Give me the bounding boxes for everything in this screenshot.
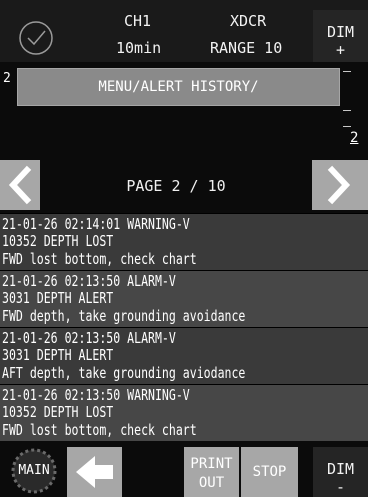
alert-timestamp-type: 21-01-26 02:14:01 WARNING-V [2, 215, 190, 233]
arrow-left-icon [76, 456, 113, 488]
menu-breadcrumb: MENU/ALERT HISTORY/ [17, 68, 340, 106]
alert-timestamp-type: 21-01-26 02:13:50 WARNING-V [2, 386, 190, 404]
alert-code-title: 10352 DEPTH LOST [2, 232, 114, 250]
alert-history-list: 21-01-26 02:14:01 WARNING-V 10352 DEPTH … [0, 213, 368, 441]
next-page-button[interactable] [312, 160, 368, 210]
alert-item[interactable]: 21-01-26 02:14:01 WARNING-V 10352 DEPTH … [0, 213, 368, 270]
dim-up-symbol: + [335, 41, 346, 59]
print-label-line2: OUT [198, 475, 225, 491]
stop-label: STOP [252, 464, 287, 480]
alert-code-title: 3031 DEPTH ALERT [2, 346, 114, 364]
print-out-button[interactable]: PRINT OUT [184, 447, 239, 497]
scale-tick [343, 126, 351, 127]
alert-code-title: 3031 DEPTH ALERT [2, 289, 114, 307]
menu-title: MENU/ALERT HISTORY/ [98, 79, 259, 95]
mode-label: XDCR [230, 12, 267, 30]
main-label: MAIN [18, 463, 50, 478]
alert-item[interactable]: 21-01-26 02:13:50 ALARM-V 3031 DEPTH ALE… [0, 327, 368, 384]
alert-description: FWD lost bottom, check chart [2, 250, 197, 268]
back-button[interactable] [67, 447, 122, 497]
interval-label: 10min [116, 39, 162, 57]
dim-up-label: DIM [326, 23, 355, 41]
alert-timestamp-type: 21-01-26 02:13:50 ALARM-V [2, 329, 176, 347]
stop-button[interactable]: STOP [241, 447, 298, 497]
top-bar: CH1 10min XDCR RANGE 10 DIM + [0, 0, 368, 62]
print-label-line1: PRINT [190, 456, 233, 472]
bottom-bar: MAIN PRINT OUT STOP DIM - [0, 445, 368, 497]
scale-tick [343, 71, 351, 72]
previous-page-button[interactable] [0, 160, 40, 210]
dim-down-button[interactable]: DIM - [313, 447, 368, 497]
channel-label: CH1 [124, 12, 152, 30]
alert-description: FWD lost bottom, check chart [2, 421, 197, 439]
main-button[interactable]: MAIN [10, 447, 58, 495]
alert-item[interactable]: 21-01-26 02:13:50 WARNING-V 10352 DEPTH … [0, 384, 368, 441]
range-label: RANGE 10 [210, 39, 283, 57]
dim-up-button[interactable]: DIM + [313, 10, 368, 62]
checkmark-circle-icon [19, 21, 53, 55]
page-indicator: PAGE 2 / 10 [126, 177, 226, 195]
dim-down-symbol: - [335, 478, 346, 496]
dim-down-label: DIM [326, 460, 355, 478]
chevron-left-icon [8, 165, 32, 205]
alert-description: AFT depth, take grounding aviodance [2, 364, 246, 382]
chevron-right-icon [327, 165, 351, 205]
alert-code-title: 10352 DEPTH LOST [2, 403, 114, 421]
right-scale-number: 2 [350, 130, 359, 146]
alert-item[interactable]: 21-01-26 02:13:50 ALARM-V 3031 DEPTH ALE… [0, 270, 368, 327]
alert-timestamp-type: 21-01-26 02:13:50 ALARM-V [2, 272, 176, 290]
scale-tick [343, 110, 351, 111]
alert-description: FWD depth, take grounding avoidance [2, 307, 246, 325]
left-scale-number: 2 [3, 71, 11, 86]
